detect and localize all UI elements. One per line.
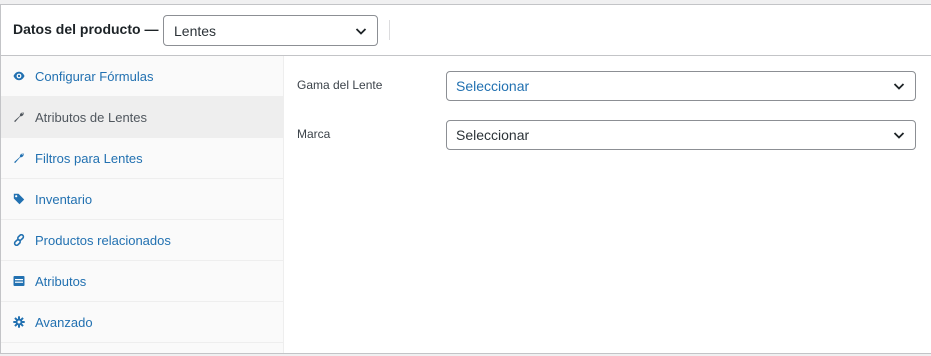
product-data-tabs: Configurar Fórmulas Atributos de Lentes … [1,56,284,353]
wrench-icon [13,111,25,123]
tab-panel-atributos-de-lentes: Gama del Lente Seleccionar Marca Selecci… [285,56,931,353]
chevron-down-icon [893,132,905,139]
tab-label: Atributos de Lentes [35,109,148,125]
chevron-down-icon [355,27,367,35]
tag-icon [13,193,25,205]
tab-productos-relacionados[interactable]: Productos relacionados [1,220,283,261]
tab-label: Configurar Fórmulas [35,68,154,84]
field-label-marca: Marca [297,127,331,141]
gama-del-lente-select[interactable]: Seleccionar [446,71,916,101]
tab-inventario[interactable]: Inventario [1,179,283,220]
panel-header: Datos del producto — Lentes [1,5,931,56]
product-type-value: Lentes [174,22,217,39]
tab-filtros-para-lentes[interactable]: Filtros para Lentes [1,138,283,179]
gear-icon [13,316,25,328]
panel-title: Datos del producto — [13,21,159,37]
tab-label: Inventario [35,191,93,207]
header-divider [389,20,390,40]
product-type-select[interactable]: Lentes [163,15,378,46]
tab-label: Filtros para Lentes [35,150,143,166]
chevron-down-icon [893,83,905,90]
gama-del-lente-value: Seleccionar [456,78,530,94]
table-icon [13,275,25,287]
tab-avanzado[interactable]: Avanzado [1,302,283,343]
tab-configurar-formulas[interactable]: Configurar Fórmulas [1,56,283,97]
tab-atributos-de-lentes[interactable]: Atributos de Lentes [1,97,283,138]
tab-label: Avanzado [35,314,93,330]
field-label-gama-del-lente: Gama del Lente [297,78,383,92]
product-data-panel: Datos del producto — Lentes Configurar F… [0,4,931,354]
marca-select[interactable]: Seleccionar [446,120,916,150]
eye-icon [13,70,25,82]
tab-atributos[interactable]: Atributos [1,261,283,302]
tab-label: Atributos [35,273,87,289]
wrench-icon [13,152,25,164]
marca-value: Seleccionar [456,127,530,143]
tab-label: Productos relacionados [35,232,171,248]
link-icon [13,234,25,246]
